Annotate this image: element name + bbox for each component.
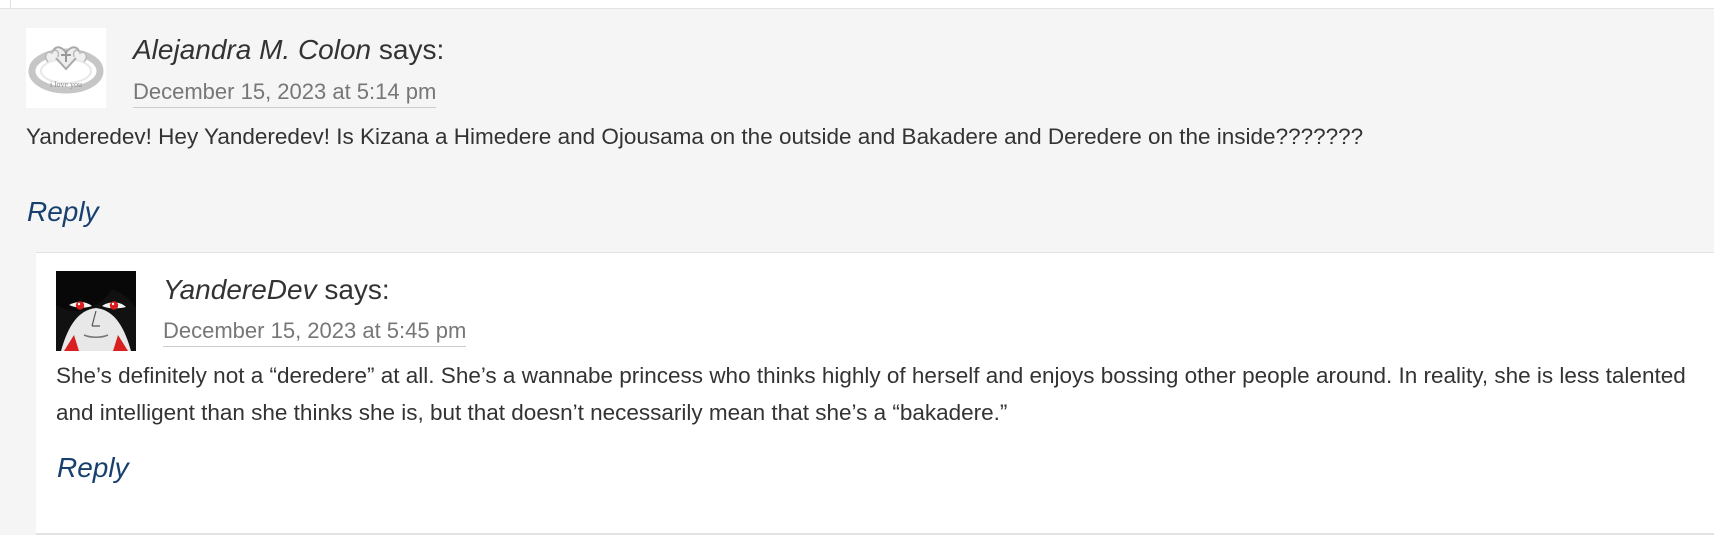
thread-divider [10,0,11,8]
comment-author-line: Alejandra M. Colon says: [133,33,444,67]
comment-date-link[interactable]: December 15, 2023 at 5:14 pm [133,78,437,108]
comment-text: Yanderedev! Hey Yanderedev! Is Kizana a … [26,124,1364,149]
ring-engraving: i love you [50,80,82,89]
comment-author: YandereDev [163,274,317,305]
anime-character-avatar-icon-graphic [56,271,136,351]
comment-author-line: YandereDev says: [163,273,390,307]
comment-says: says: [324,274,390,305]
comment-author: Alejandra M. Colon [133,34,372,65]
reply-link[interactable]: Reply [57,451,129,485]
comment-says: says: [378,34,445,65]
comment-date-link[interactable]: December 15, 2023 at 5:45 pm [163,317,467,347]
reply-link[interactable]: Reply [27,195,99,229]
heart-ring-avatar-icon: i love you [26,28,106,108]
comment-text: She’s definitely not a “deredere” at all… [56,363,1686,425]
heart-ring-avatar-icon-graphic: i love you [26,28,106,108]
comment-yanderedev: YandereDev says: December 15, 2023 at 5:… [36,252,1714,535]
comment-thread: i love you Alejandra M. Colon says: Dece… [0,0,1714,535]
anime-character-avatar-icon [56,271,136,351]
